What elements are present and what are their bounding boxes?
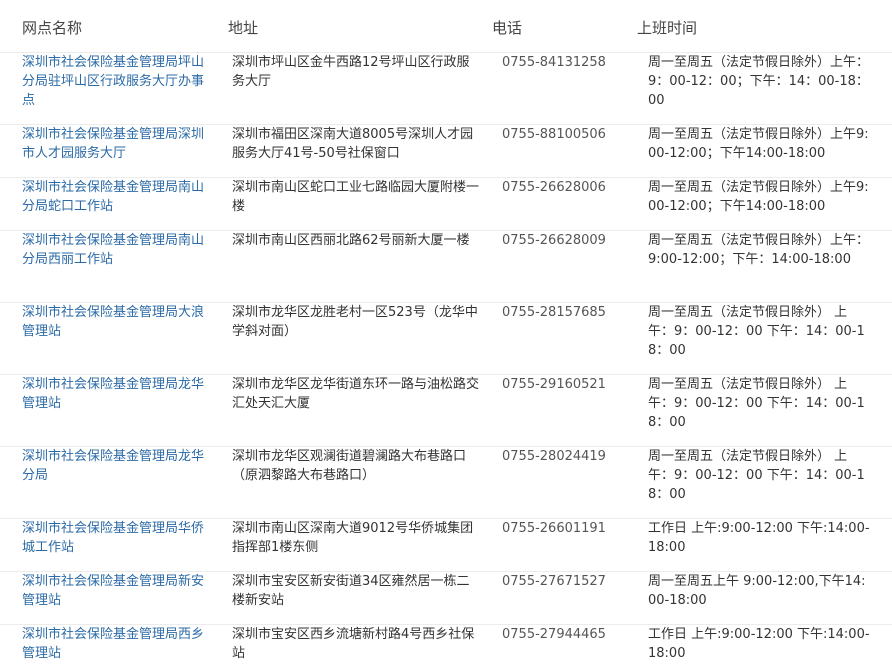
branch-address: 深圳市宝安区西乡流塘新村路4号西乡社保站	[232, 627, 475, 661]
table-header: 网点名称 地址 电话 上班时间	[0, 0, 892, 52]
table-row: 深圳市社会保险基金管理局华侨城工作站 深圳市南山区深南大道9012号华侨城集团指…	[0, 518, 892, 567]
table-row: 深圳市社会保险基金管理局南山分局蛇口工作站 深圳市南山区蛇口工业七路临园大厦附楼…	[0, 177, 892, 226]
table-row: 深圳市社会保险基金管理局西乡管理站 深圳市宝安区西乡流塘新村路4号西乡社保站 0…	[0, 624, 892, 670]
branch-name-link[interactable]: 深圳市社会保险基金管理局深圳市人才园服务大厅	[22, 125, 212, 163]
branch-name-link[interactable]: 深圳市社会保险基金管理局南山分局西丽工作站	[22, 231, 212, 269]
branch-phone: 0755-26601191	[502, 521, 606, 536]
branch-name-link[interactable]: 深圳市社会保险基金管理局华侨城工作站	[22, 519, 212, 557]
branch-phone: 0755-27671527	[502, 574, 606, 589]
branch-phone: 0755-28024419	[502, 449, 606, 464]
branch-address: 深圳市坪山区金牛西路12号坪山区行政服务大厅	[232, 55, 470, 89]
header-hours: 上班时间	[637, 19, 698, 37]
table-row: 深圳市社会保险基金管理局坪山分局驻坪山区行政服务大厅办事点 深圳市坪山区金牛西路…	[0, 52, 892, 119]
branch-address: 深圳市南山区深南大道9012号华侨城集团指挥部1楼东侧	[232, 521, 474, 555]
branch-name-link[interactable]: 深圳市社会保险基金管理局西乡管理站	[22, 625, 212, 663]
branch-name-link[interactable]: 深圳市社会保险基金管理局新安管理站	[22, 572, 212, 610]
table-row: 深圳市社会保险基金管理局新安管理站 深圳市宝安区新安街道34区雍然居一栋二楼新安…	[0, 571, 892, 620]
header-name: 网点名称	[22, 19, 83, 37]
branch-hours: 周一至周五上午 9:00-12:00,下午14:00-18:00	[648, 574, 866, 608]
branch-hours: 周一至周五（法定节假日除外） 上午：9：00-12：00 下午：14：00-18…	[648, 305, 865, 358]
table-row: 深圳市社会保险基金管理局龙华管理站 深圳市龙华区龙华街道东环一路与油松路交汇处天…	[0, 374, 892, 441]
branch-hours: 周一至周五（法定节假日除外） 上午：9：00-12：00 下午：14：00-18…	[648, 377, 865, 430]
branch-hours: 周一至周五（法定节假日除外）上午：9:00-12:00；下午：14:00-18:…	[648, 233, 870, 267]
branch-name-link[interactable]: 深圳市社会保险基金管理局龙华分局	[22, 447, 212, 485]
branch-hours: 周一至周五（法定节假日除外）上午9:00-12:00；下午14:00-18:00	[648, 127, 869, 161]
branch-hours: 周一至周五（法定节假日除外）上午9:00-12:00；下午14:00-18:00	[648, 180, 869, 214]
branch-hours: 工作日 上午:9:00-12:00 下午:14:00-18:00	[648, 627, 870, 661]
branch-hours: 周一至周五（法定节假日除外）上午：9：00-12：00；下午：14：00-18：…	[648, 55, 870, 108]
branch-phone: 0755-26628006	[502, 180, 606, 195]
branch-name-link[interactable]: 深圳市社会保险基金管理局大浪管理站	[22, 303, 212, 341]
branch-phone: 0755-27944465	[502, 627, 606, 642]
branch-address: 深圳市南山区蛇口工业七路临园大厦附楼一楼	[232, 180, 480, 214]
branch-phone: 0755-88100506	[502, 127, 606, 142]
branch-phone: 0755-84131258	[502, 55, 606, 70]
branch-address: 深圳市龙华区龙胜老村一区523号（龙华中学斜对面）	[232, 305, 478, 339]
table-row: 深圳市社会保险基金管理局深圳市人才园服务大厅 深圳市福田区深南大道8005号深圳…	[0, 124, 892, 173]
header-address: 地址	[228, 19, 259, 37]
table-row: 深圳市社会保险基金管理局大浪管理站 深圳市龙华区龙胜老村一区523号（龙华中学斜…	[0, 302, 892, 369]
branch-address: 深圳市宝安区新安街道34区雍然居一栋二楼新安站	[232, 574, 470, 608]
branch-hours: 周一至周五（法定节假日除外） 上午：9：00-12：00 下午：14：00-18…	[648, 449, 865, 502]
branch-hours: 工作日 上午:9:00-12:00 下午:14:00-18:00	[648, 521, 870, 555]
branch-phone: 0755-29160521	[502, 377, 606, 392]
table-row: 深圳市社会保险基金管理局南山分局西丽工作站 深圳市南山区西丽北路62号丽新大厦一…	[0, 230, 892, 297]
branch-address: 深圳市龙华区龙华街道东环一路与油松路交汇处天汇大厦	[232, 377, 480, 411]
branch-address: 深圳市龙华区观澜街道碧澜路大布巷路口（原泗黎路大布巷路口）	[232, 449, 467, 483]
branch-table: 网点名称 地址 电话 上班时间 深圳市社会保险基金管理局坪山分局驻坪山区行政服务…	[0, 0, 892, 670]
branch-address: 深圳市福田区深南大道8005号深圳人才园服务大厅41号-50号社保窗口	[232, 127, 474, 161]
table-row: 深圳市社会保险基金管理局龙华分局 深圳市龙华区观澜街道碧澜路大布巷路口（原泗黎路…	[0, 446, 892, 513]
branch-name-link[interactable]: 深圳市社会保险基金管理局龙华管理站	[22, 375, 212, 413]
branch-name-link[interactable]: 深圳市社会保险基金管理局南山分局蛇口工作站	[22, 178, 212, 216]
branch-name-link[interactable]: 深圳市社会保险基金管理局坪山分局驻坪山区行政服务大厅办事点	[22, 53, 212, 110]
branch-phone: 0755-26628009	[502, 233, 606, 248]
header-phone: 电话	[492, 19, 523, 37]
branch-phone: 0755-28157685	[502, 305, 606, 320]
branch-address: 深圳市南山区西丽北路62号丽新大厦一楼	[232, 233, 470, 248]
